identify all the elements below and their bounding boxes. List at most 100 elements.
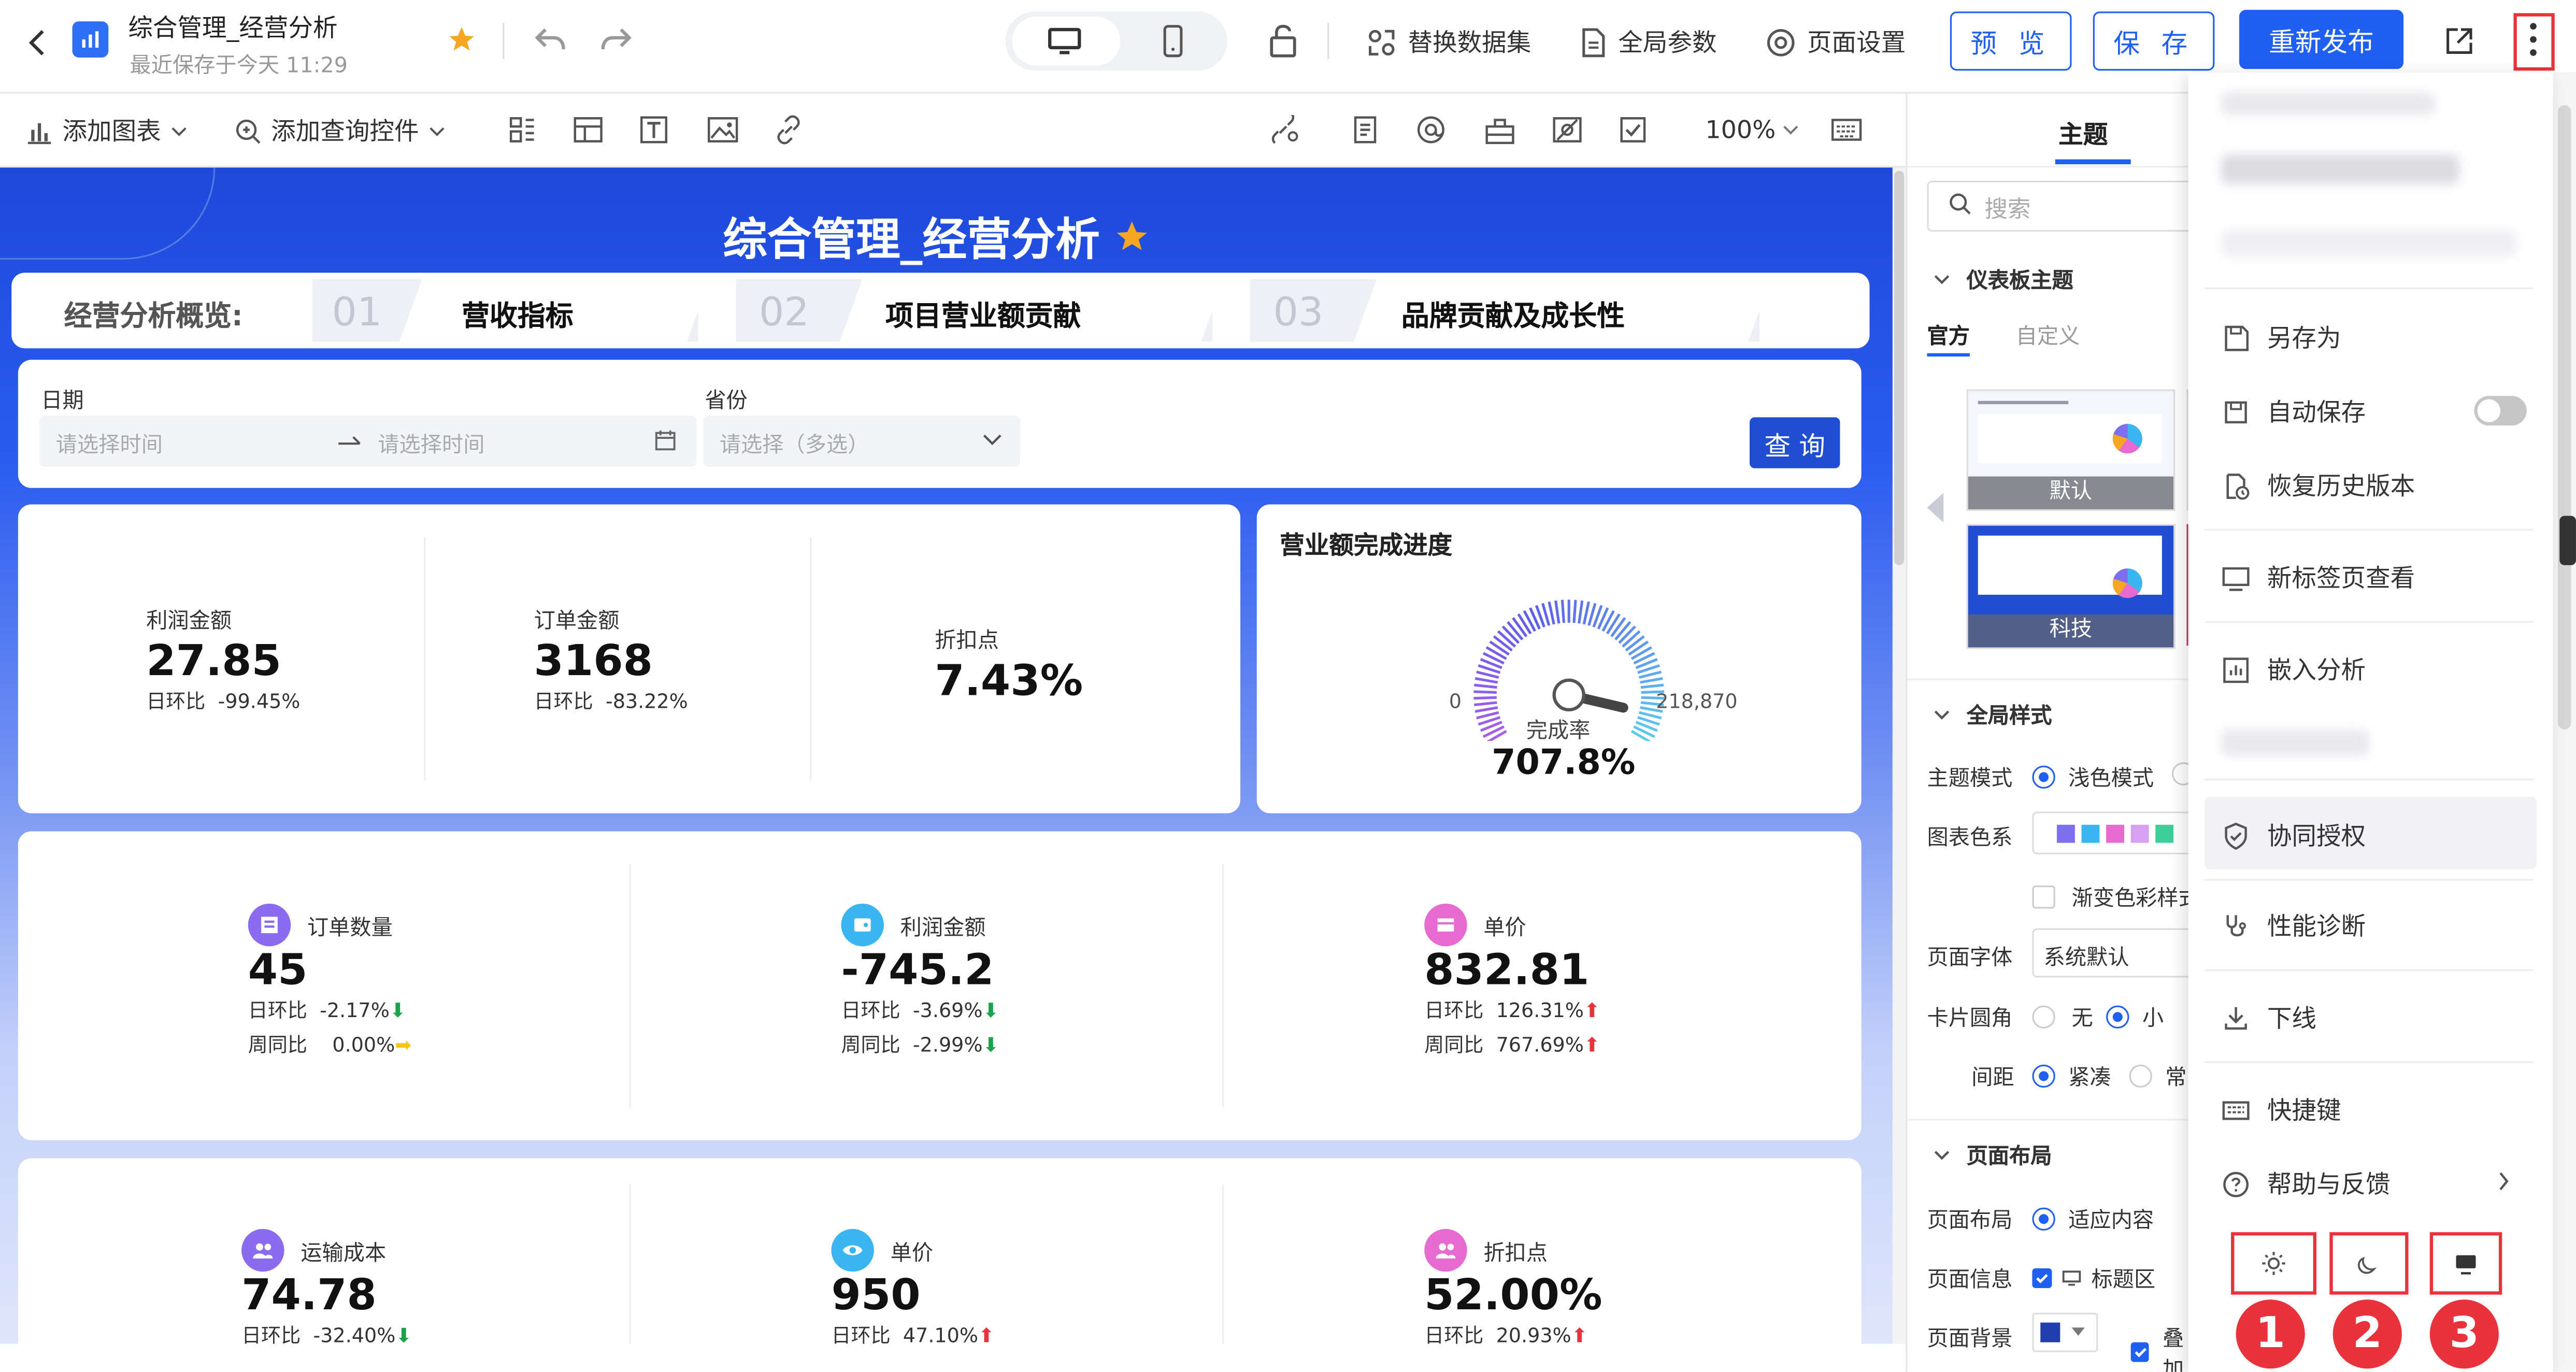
- history-file-icon: [2221, 470, 2251, 500]
- theme-search-input[interactable]: 搜索: [1927, 180, 2210, 232]
- canvas-scrollbar[interactable]: [1892, 167, 1906, 1344]
- save-button[interactable]: 保 存: [2093, 11, 2215, 71]
- undo-icon[interactable]: [532, 23, 568, 55]
- layout-fit-radio[interactable]: 适应内容: [2032, 1203, 2154, 1234]
- auto-save-toggle[interactable]: [2474, 396, 2527, 426]
- canvas-footer: [0, 1344, 1906, 1372]
- chart-color-select[interactable]: [2032, 811, 2213, 854]
- menu-item-collab-auth[interactable]: 协同授权: [2221, 818, 2366, 853]
- panel-tab-theme[interactable]: 主题: [2058, 117, 2108, 151]
- toggle-knob: [2477, 399, 2501, 422]
- theme-mode-label: 主题模式: [1927, 767, 2013, 792]
- container-icon[interactable]: [571, 115, 604, 145]
- color-swatch: [2130, 824, 2149, 842]
- system-theme-icon[interactable]: [2453, 1250, 2479, 1277]
- dashboard-theme-section[interactable]: 仪表板主题: [1934, 263, 2073, 294]
- page-info-checkbox[interactable]: 标题区: [2032, 1262, 2155, 1293]
- theme-mode-light-radio[interactable]: 浅色模式: [2032, 761, 2154, 792]
- menu-item-restore-history[interactable]: 恢复历史版本: [2221, 468, 2415, 503]
- kpi-sub-value: -32.40%: [313, 1324, 396, 1344]
- moon-icon[interactable]: [2356, 1250, 2382, 1277]
- component-icon[interactable]: [1483, 115, 1516, 145]
- zoom-select[interactable]: 100%: [1705, 115, 1798, 145]
- query-button[interactable]: 查 询: [1750, 417, 1840, 468]
- gauge-tick: [1473, 696, 1497, 700]
- kpi-label: 利润金额: [146, 609, 232, 634]
- spacing-normal-radio[interactable]: 常: [2129, 1060, 2187, 1091]
- dataset-icon: [1365, 25, 1398, 58]
- keyboard-icon[interactable]: [1830, 115, 1863, 145]
- hide-view-icon[interactable]: [1551, 115, 1583, 145]
- text-box-icon[interactable]: [639, 115, 668, 145]
- more-vertical-icon[interactable]: [2528, 20, 2538, 59]
- page-bg-color-select[interactable]: [2032, 1312, 2098, 1352]
- back-chevron-icon[interactable]: [26, 26, 49, 59]
- calendar-icon[interactable]: [654, 429, 677, 452]
- replace-dataset-button[interactable]: 替换数据集: [1365, 25, 1531, 60]
- select-value: 系统默认: [2043, 946, 2129, 971]
- menu-item-offline[interactable]: 下线: [2221, 1001, 2316, 1035]
- date-label: 日期: [41, 389, 84, 415]
- nav-tab-3[interactable]: 03 品牌贡献及成长性: [1250, 279, 1771, 342]
- kpi-sub-label: 日环比: [841, 998, 900, 1022]
- image-icon[interactable]: [706, 115, 739, 145]
- lock-icon[interactable]: [1267, 23, 1299, 59]
- menu-item-shortcuts[interactable]: 快捷键: [2221, 1093, 2341, 1127]
- date-range-input[interactable]: 请选择时间 请选择时间: [39, 416, 697, 467]
- desktop-icon[interactable]: [1047, 26, 1083, 56]
- menu-item-auto-save[interactable]: 自动保存: [2221, 394, 2366, 429]
- report-icon[interactable]: [1350, 115, 1380, 145]
- redo-icon[interactable]: [598, 23, 634, 55]
- star-icon[interactable]: [1113, 218, 1149, 254]
- gauge-min: 0: [1449, 690, 1462, 713]
- add-chart-button[interactable]: 添加图表: [26, 113, 188, 148]
- stethoscope-icon: [2221, 911, 2251, 940]
- zoom-value: 100%: [1705, 115, 1776, 145]
- users-icon: [241, 1228, 284, 1272]
- mobile-icon[interactable]: [1162, 25, 1184, 58]
- mention-icon[interactable]: [1416, 115, 1449, 145]
- radio-label: 浅色模式: [2068, 767, 2154, 792]
- nav-tab-2[interactable]: 02 项目营业额贡献: [736, 279, 1224, 342]
- saved-time: 最近保存于今天 11:29: [130, 54, 348, 79]
- republish-button[interactable]: 重新发布: [2239, 10, 2404, 69]
- official-tab[interactable]: 官方: [1927, 319, 1969, 350]
- custom-tab[interactable]: 自定义: [2016, 319, 2080, 350]
- preview-button[interactable]: 预 览: [1950, 11, 2072, 71]
- divider: [2205, 621, 2534, 623]
- menu-item-embed-analysis[interactable]: 嵌入分析: [2221, 652, 2366, 687]
- theme-panel: 主题 搜索 仪表板主题 官方 自定义 默认 科技 全局样式 主题模式 浅色模式 …: [1906, 93, 2216, 1372]
- global-params-button[interactable]: 全局参数: [1579, 25, 1717, 60]
- side-scrollbar-thumb[interactable]: [2558, 105, 2571, 730]
- province-select[interactable]: 请选择（多选）: [703, 416, 1021, 467]
- scrollbar-thumb[interactable]: [1894, 170, 1905, 565]
- page-settings-button[interactable]: 页面设置: [1765, 25, 1906, 60]
- menu-item-open-new-tab[interactable]: 新标签页查看: [2221, 560, 2415, 595]
- global-style-section[interactable]: 全局样式: [1934, 698, 2052, 730]
- external-link-icon[interactable]: [2443, 25, 2475, 58]
- page-info-label: 页面信息: [1927, 1268, 2013, 1293]
- radius-none-radio[interactable]: 无: [2032, 1001, 2093, 1032]
- tab-number: 03: [1273, 289, 1324, 335]
- radius-small-radio[interactable]: 小: [2106, 1001, 2164, 1032]
- star-icon[interactable]: [447, 25, 476, 54]
- carousel-prev-icon[interactable]: [1927, 493, 1944, 523]
- menu-item-save-as[interactable]: 另存为: [2221, 320, 2341, 355]
- layout-tabs-icon[interactable]: [508, 115, 537, 145]
- menu-item-help[interactable]: 帮助与反馈: [2221, 1166, 2391, 1201]
- page-layout-section[interactable]: 页面布局: [1934, 1138, 2052, 1170]
- menu-item-performance[interactable]: 性能诊断: [2221, 909, 2366, 944]
- spacing-compact-radio[interactable]: 紧凑: [2032, 1060, 2111, 1091]
- theme-tech-card[interactable]: 科技: [1966, 524, 2176, 649]
- link-icon[interactable]: [774, 115, 803, 145]
- check-box-icon[interactable]: [1618, 115, 1648, 145]
- gauge-hub: [1552, 678, 1585, 711]
- theme-default-card[interactable]: 默认: [1966, 389, 2176, 511]
- add-query-control-button[interactable]: 添加查询控件: [235, 113, 445, 148]
- blurred-item: [2221, 729, 2369, 756]
- caret-down-icon: [2070, 1327, 2086, 1337]
- sun-icon[interactable]: [2260, 1250, 2287, 1277]
- link-settings-icon[interactable]: [1268, 115, 1301, 145]
- gradient-checkbox[interactable]: 渐变色彩样式: [2032, 881, 2200, 912]
- nav-tab-1[interactable]: 01 营收指标: [312, 279, 710, 342]
